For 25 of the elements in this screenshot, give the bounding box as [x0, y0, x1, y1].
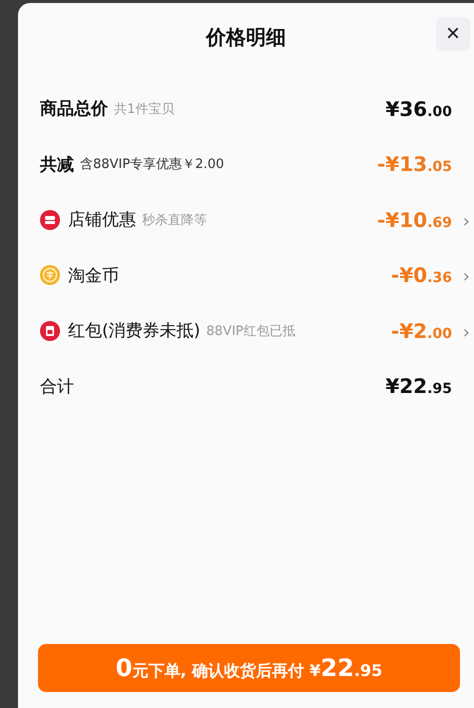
row-note: 秒杀直降等 [142, 212, 207, 229]
row-amount: ¥36.00 [385, 96, 452, 121]
row-amount: ¥22.95 [385, 374, 452, 398]
close-button[interactable]: × [436, 17, 470, 51]
row-note: 共1件宝贝 [114, 100, 174, 118]
chevron-icon[interactable]: › [452, 322, 470, 343]
sheet-title: 价格明细 [206, 24, 286, 50]
row-label: 红包(消费券未抵) [68, 320, 200, 342]
pay-button[interactable]: 0元下单, 确认收货后再付 ¥22.95 [38, 644, 460, 692]
row-amount: -¥2.00 [391, 318, 452, 343]
chevron-icon[interactable]: › [452, 266, 470, 288]
coin-icon [40, 265, 60, 286]
row-amount: -¥13.05 [377, 152, 452, 176]
row-label: 店铺优惠 [68, 209, 136, 232]
row-note: 含88VIP专享优惠￥2.00 [80, 156, 224, 174]
row-label: 淘金币 [68, 264, 119, 287]
row-label: 合计 [40, 376, 74, 398]
row-amount: -¥0.36 [391, 263, 452, 288]
chevron-icon[interactable]: › [452, 210, 470, 232]
row-label: 共减 [40, 154, 74, 176]
row-note: 88VIP红包已抵 [206, 322, 296, 340]
row-label: 商品总价 [40, 98, 108, 120]
envelope-icon [40, 320, 60, 341]
store-icon [40, 210, 60, 230]
row-amount: -¥10.69 [377, 208, 452, 232]
